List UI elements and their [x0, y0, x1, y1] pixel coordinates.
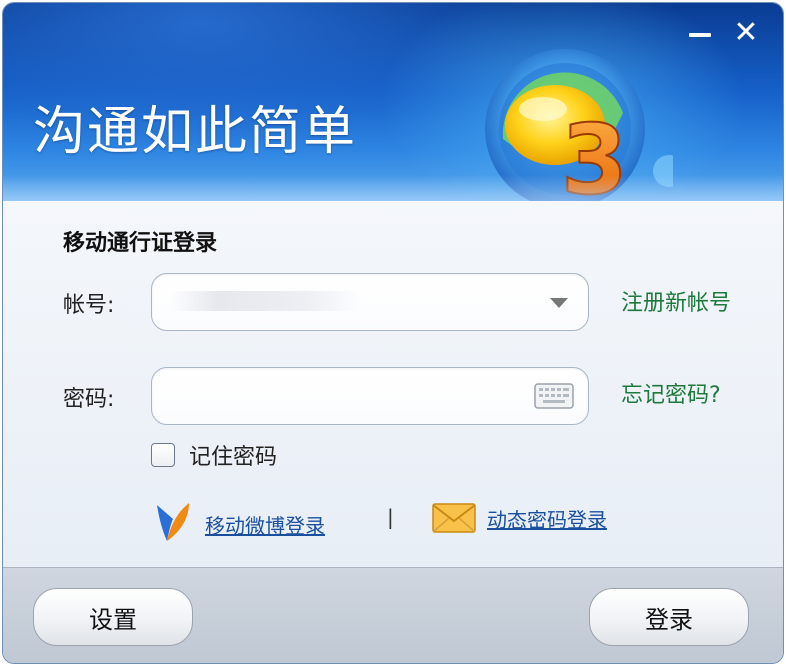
weibo-feather-icon [157, 503, 189, 541]
envelope-icon [432, 503, 476, 533]
dynamic-password-login-link[interactable]: 动态密码登录 [487, 504, 607, 533]
forgot-password-link[interactable]: 忘记密码? [621, 377, 721, 409]
remember-password-label: 记住密码 [189, 445, 278, 470]
footer-bar: 设置 登录 [3, 567, 783, 663]
separator: | [387, 505, 394, 529]
chevron-down-icon[interactable] [550, 298, 568, 308]
feixin-3-logo-icon: 3 [485, 49, 673, 213]
account-combobox[interactable] [151, 273, 589, 331]
minimize-icon [689, 33, 711, 37]
weibo-login-link[interactable]: 移动微博登录 [205, 510, 325, 539]
slogan: 沟通如此简单 [33, 102, 358, 162]
remember-password-row[interactable]: 记住密码 [151, 439, 277, 471]
keyboard-icon[interactable] [534, 383, 574, 409]
password-label: 密码: [63, 387, 115, 412]
account-input[interactable] [170, 284, 534, 320]
password-input[interactable] [170, 378, 534, 414]
close-icon: ✕ [733, 14, 759, 50]
banner: 沟通如此简单 3 ✕ [3, 3, 783, 213]
close-button[interactable]: ✕ [729, 14, 763, 50]
form-title: 移动通行证登录 [63, 231, 218, 256]
remember-password-checkbox[interactable] [151, 443, 175, 467]
account-label: 帐号: [63, 293, 115, 318]
settings-button[interactable]: 设置 [33, 588, 193, 646]
register-link[interactable]: 注册新帐号 [621, 285, 731, 317]
login-form: 移动通行证登录 帐号: 注册新帐号 密码: 忘记密码? 记住密码 移动微博登录 … [3, 201, 783, 567]
login-button[interactable]: 登录 [589, 588, 749, 646]
dynamic-password-login-option[interactable]: 动态密码登录 [431, 501, 607, 535]
minimize-button[interactable] [683, 17, 717, 47]
weibo-login-option[interactable]: 移动微博登录 [149, 501, 325, 547]
login-window: 沟通如此简单 3 ✕ 移动通行证登录 帐号: 注册新帐号 密码: 忘记密码? 记… [2, 2, 784, 664]
svg-text:3: 3 [561, 104, 628, 213]
password-field[interactable] [151, 367, 589, 425]
